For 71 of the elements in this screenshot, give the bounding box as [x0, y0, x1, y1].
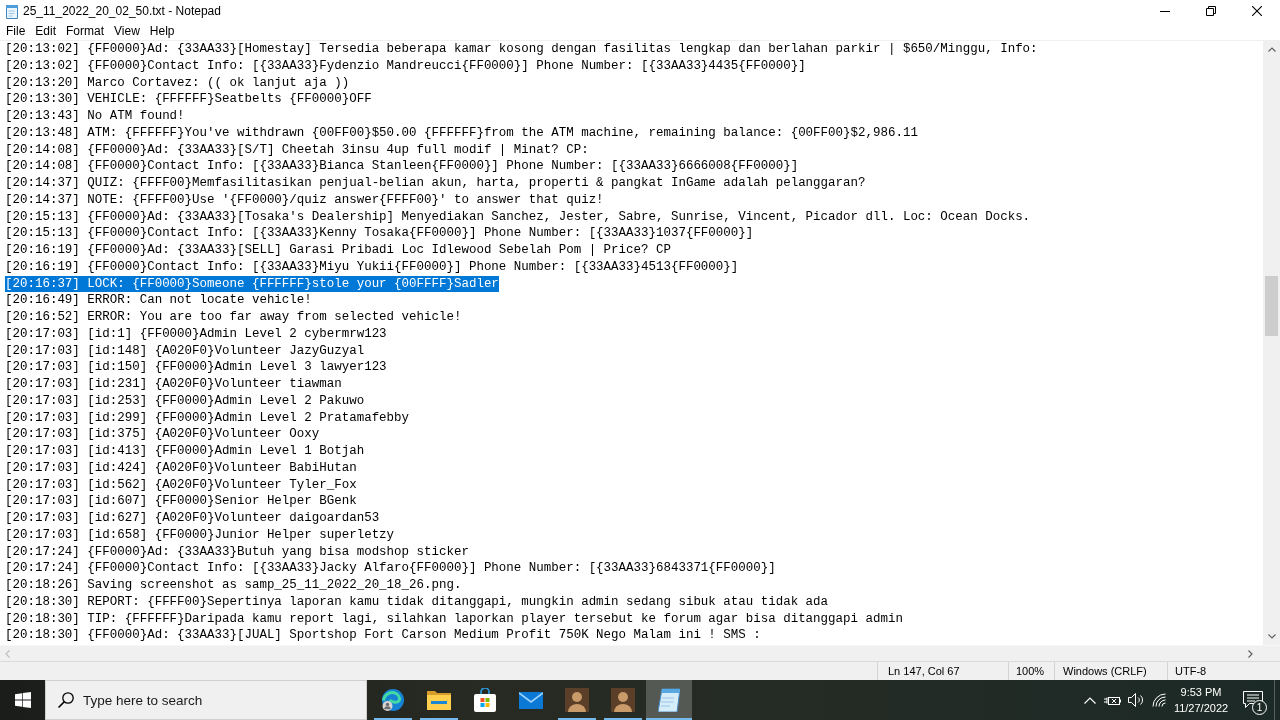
log-line: [20:16:49] ERROR: Can not locate vehicle! — [5, 292, 312, 309]
log-line: [20:17:03] [id:148] {A020F0}Volunteer JazyGuzyal — [5, 342, 365, 360]
log-line: [20:17:03] [id:231] {A020F0}Volunteer tiawman — [5, 376, 342, 393]
log-line: [20:18:26] Saving screenshot as samp_25_11_2022_20_18_26.png. — [5, 577, 462, 594]
log-line: [20:15:13] {FF0000}Contact Info: [{33AA33}Kenny Tosaka{FF0000}] Phone Number: [{33AA33}1037{FF0000}] — [5, 225, 754, 242]
log-line: [20:17:03] [id:627] {A020F0}Volunteer daigoardan53 — [5, 510, 380, 527]
log-line: [20:18:30] TIP: {FFFFFF}Daripada kamu report lagi, silahkan laporkan player tersebut ke forum agar bisa ditanggapi admin — [5, 610, 903, 628]
search-field[interactable]: Type here to search — [45, 680, 367, 720]
log-line: [20:17:03] [id:375] {A020F0}Volunteer Ooxy — [5, 426, 320, 443]
log-line: [20:17:03] [id:424] {A020F0}Volunteer BabiHutan — [5, 459, 357, 477]
folder-icon — [427, 690, 451, 710]
chevron-right-icon[interactable] — [1248, 649, 1253, 658]
zoom-level: 100% — [1016, 665, 1045, 677]
log-line: [20:13:20] Marco Cortavez: (( ok lanjut aja )) — [5, 74, 350, 92]
log-line: [20:14:37] NOTE: {FFFF00}Use '{FF0000}/quiz answer{FFFF00}' to answer that quiz! — [5, 191, 604, 209]
log-line: [20:17:03] [id:1] {FF0000}Admin Level 2 cybermrw123 — [5, 325, 387, 343]
horizontal-scrollbar[interactable] — [0, 645, 1280, 661]
menu-item[interactable]: Help — [144, 23, 180, 39]
swirl-icon — [381, 688, 405, 712]
notepad-icon — [5, 3, 18, 19]
log-line: [20:17:03] [id:150] {FF0000}Admin Level 3 lawyer123 — [5, 359, 387, 376]
log-line: [20:17:03] [id:658] {FF0000}Junior Helper superletzy — [5, 526, 395, 544]
log-line: [20:18:30] {FF0000}Ad: {33AA33}[JUAL] Sportshop Fort Carson Medium Profit 750K Nego Malam ini ! SMS : — [5, 627, 761, 644]
person-silhouette-icon — [611, 688, 635, 712]
log-line: [20:13:48] ATM: {FFFFFF}You've withdrawn {00FF00}$50.00 {FFFFFF}from the ATM machine, remaining balance: {00FF00}$2,986.11 — [5, 124, 918, 142]
log-line: [20:17:24] {FF0000}Contact Info: [{33AA33}Jacky Alfaro{FF0000}] Phone Number: [{33AA33}6843371{FF0000}] — [5, 560, 776, 577]
log-line: [20:14:08] {FF0000}Ad: {33AA33}[S/T] Cheetah 3insu 4up full modif | Minat? CP: — [5, 141, 589, 159]
log-line: [20:18:30] REPORT: {FFFF00}Sepertinya laporan kamu tidak ditanggapi, mungkin admin sedang sibuk atau tidak ada — [5, 593, 829, 611]
shopping-bag-icon — [474, 688, 496, 712]
scrollbar-thumb[interactable] — [1265, 276, 1278, 336]
log-line: [20:15:13] {FF0000}Ad: {33AA33}[Tosaka's Dealership] Menyediakan Sanchez, Jester, Sabre, Sunrise, Vincent, Picador dll. Loc: Ocean Docks. — [5, 208, 1031, 226]
minimize-icon — [1160, 10, 1170, 12]
log-line: [20:17:03] [id:607] {FF0000}Senior Helper BGenk — [5, 493, 357, 510]
log-line: [20:17:24] {FF0000}Ad: {33AA33}Butuh yang bisa modshop sticker — [5, 543, 469, 561]
chevron-down-icon[interactable] — [1267, 634, 1276, 639]
log-line: [20:16:52] ERROR: You are too far away from selected vehicle! — [5, 309, 462, 326]
taskbar-button[interactable] — [646, 680, 692, 720]
envelope-icon — [519, 691, 543, 709]
log-line: [20:13:43] No ATM found! — [5, 108, 185, 125]
encoding: UTF-8 — [1175, 665, 1207, 677]
log-line: [20:13:02] {FF0000}Ad: {33AA33}[Homestay] Tersedia beberapa kamar kosong dengan fasilitas lengkap dan berlahan parkir | $650/Minggu, Info: — [5, 41, 1038, 58]
close-icon — [1252, 6, 1262, 16]
log-line: [20:16:19] {FF0000}Ad: {33AA33}[SELL] Garasi Pribadi Loc Idlewood Sebelah Pom | Price? CP — [5, 242, 671, 259]
notepad-icon — [658, 688, 680, 712]
windows-logo-icon — [14, 692, 31, 708]
wifi-icon[interactable] — [1151, 693, 1166, 707]
log-line: [20:14:37] QUIZ: {FFFF00}Memfasilitasikan penjual-belian akun, harta, properti & pangkat InGame adalah pelanggaran? — [5, 175, 866, 192]
search-icon — [58, 692, 74, 708]
notification-icon[interactable] — [1243, 691, 1263, 709]
log-line: [20:17:03] [id:413] {FF0000}Admin Level 1 Botjah — [5, 443, 365, 460]
notification-count: 1 — [1252, 700, 1267, 715]
log-line: [20:13:02] {FF0000}Contact Info: [{33AA33}Fydenzio Mandreucci{FF0000}] Phone Number: [{33AA33}4435{FF0000}] — [5, 57, 806, 75]
log-line: [20:16:19] {FF0000}Contact Info: [{33AA33}Miyu Yukii{FF0000}] Phone Number: [{33AA33}4513{FF0000}] — [5, 258, 739, 276]
log-line: [20:17:03] [id:299] {FF0000}Admin Level 2 Pratamafebby — [5, 409, 410, 427]
line-ending: Windows (CRLF) — [1063, 665, 1147, 677]
menu-item[interactable]: Edit — [30, 23, 62, 39]
window-title: 25_11_2022_20_02_50.txt - Notepad — [23, 4, 221, 18]
menu-item[interactable]: View — [109, 23, 145, 39]
vertical-scrollbar[interactable] — [1263, 41, 1280, 645]
log-line: [20:14:08] {FF0000}Contact Info: [{33AA33}Bianca Stanleen{FF0000}] Phone Number: [{33AA33}6666008{FF0000}] — [5, 158, 799, 175]
menu-item[interactable]: Format — [61, 23, 110, 39]
battery-icon[interactable] — [1104, 694, 1121, 706]
log-line: [20:17:03] [id:253] {FF0000}Admin Level 2 Pakuwo — [5, 392, 365, 410]
log-line: [20:13:30] VEHICLE: {FFFFFF}Seatbelts {FF0000}OFF — [5, 91, 372, 108]
clock-button[interactable]: 9:53 PM 11/27/2022 — [1170, 680, 1232, 720]
restore-icon — [1206, 6, 1216, 16]
log-line: [20:17:03] [id:562] {A020F0}Volunteer Tyler_Fox — [5, 476, 357, 494]
volume-icon[interactable] — [1127, 693, 1144, 707]
menu-item[interactable]: File — [1, 23, 31, 39]
person-silhouette-icon — [565, 688, 589, 712]
cursor-position: Ln 147, Col 67 — [888, 665, 960, 677]
